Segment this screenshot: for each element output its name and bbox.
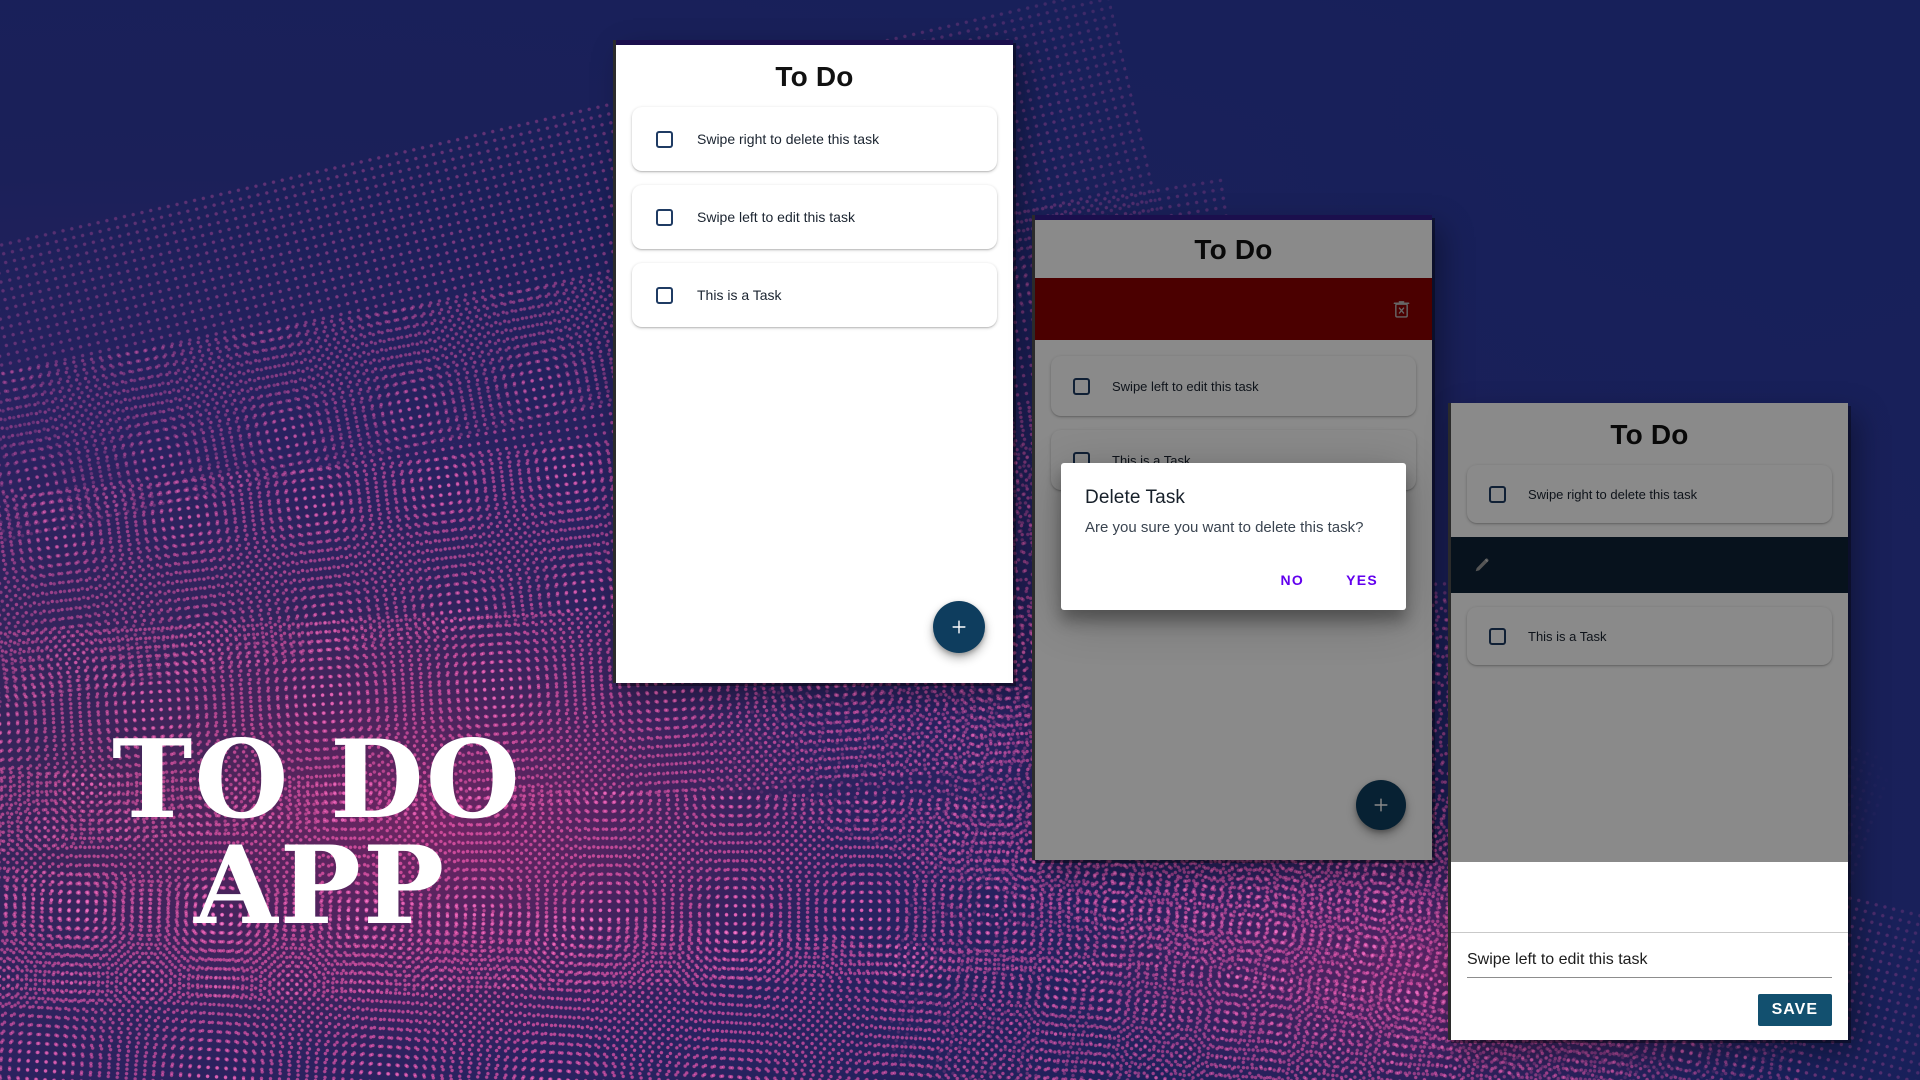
task-row[interactable]: Swipe left to edit this task (632, 185, 997, 249)
task-label: Swipe left to edit this task (1112, 378, 1259, 394)
task-row[interactable]: Swipe right to delete this task (632, 107, 997, 171)
delete-task-dialog: Delete Task Are you sure you want to del… (1061, 463, 1406, 610)
task-label: This is a Task (697, 287, 782, 303)
dialog-message: Are you sure you want to delete this tas… (1085, 519, 1364, 536)
save-button[interactable]: SAVE (1757, 994, 1832, 1026)
dialog-title: Delete Task (1085, 487, 1186, 508)
phone-mockup-task-list: To Do Swipe right to delete this task Sw… (613, 40, 1013, 683)
poster-title: TO DO APP (112, 726, 732, 949)
poster-canvas: TO DO APP To Do Swipe right to delete th… (0, 0, 1920, 1080)
swipe-edit-row[interactable] (1451, 537, 1848, 593)
app-bar-title: To Do (775, 61, 854, 92)
edit-sheet-actions: SAVE (1467, 978, 1832, 1026)
task-row[interactable]: This is a Task (1467, 607, 1832, 665)
dialog-yes-button[interactable]: YES (1336, 564, 1388, 596)
task-list: Swipe right to delete this task Swipe le… (616, 107, 1013, 327)
add-task-fab[interactable] (933, 601, 985, 653)
task-checkbox[interactable] (1073, 377, 1090, 395)
task-checkbox[interactable] (1489, 485, 1506, 503)
task-checkbox[interactable] (656, 130, 673, 148)
task-label: Swipe left to edit this task (697, 209, 855, 225)
edit-pencil-icon (1475, 558, 1489, 572)
task-label: Swipe right to delete this task (1528, 486, 1698, 502)
task-list: This is a Task (1451, 607, 1848, 665)
task-list: Swipe right to delete this task (1451, 465, 1848, 523)
edit-task-input[interactable] (1467, 949, 1832, 978)
dialog-no-button[interactable]: NO (1270, 564, 1314, 596)
plus-icon (952, 620, 966, 634)
task-checkbox[interactable] (1489, 627, 1506, 645)
dialog-actions: NO YES (1061, 536, 1406, 610)
add-task-fab[interactable] (1356, 780, 1406, 830)
phone-mockup-edit-task: To Do Swipe right to delete this task Th… (1448, 403, 1848, 1040)
task-label: Swipe right to delete this task (697, 131, 880, 147)
task-row[interactable]: Swipe right to delete this task (1467, 465, 1832, 523)
task-checkbox[interactable] (656, 286, 673, 304)
app-bar-title: To Do (1610, 419, 1689, 450)
edit-task-sheet: SAVE (1451, 932, 1848, 1040)
task-label: This is a Task (1528, 628, 1607, 644)
task-row[interactable]: This is a Task (632, 263, 997, 327)
plus-icon (1374, 798, 1388, 812)
swipe-delete-row[interactable] (1035, 278, 1432, 340)
poster-title-line-2: APP (194, 822, 447, 949)
phone-mockup-delete-confirm: To Do Swipe left to edit this task This … (1032, 215, 1432, 860)
delete-trash-icon (1393, 300, 1410, 318)
app-bar-title: To Do (1194, 234, 1273, 265)
task-checkbox[interactable] (656, 208, 673, 226)
task-row[interactable]: Swipe left to edit this task (1051, 356, 1416, 416)
